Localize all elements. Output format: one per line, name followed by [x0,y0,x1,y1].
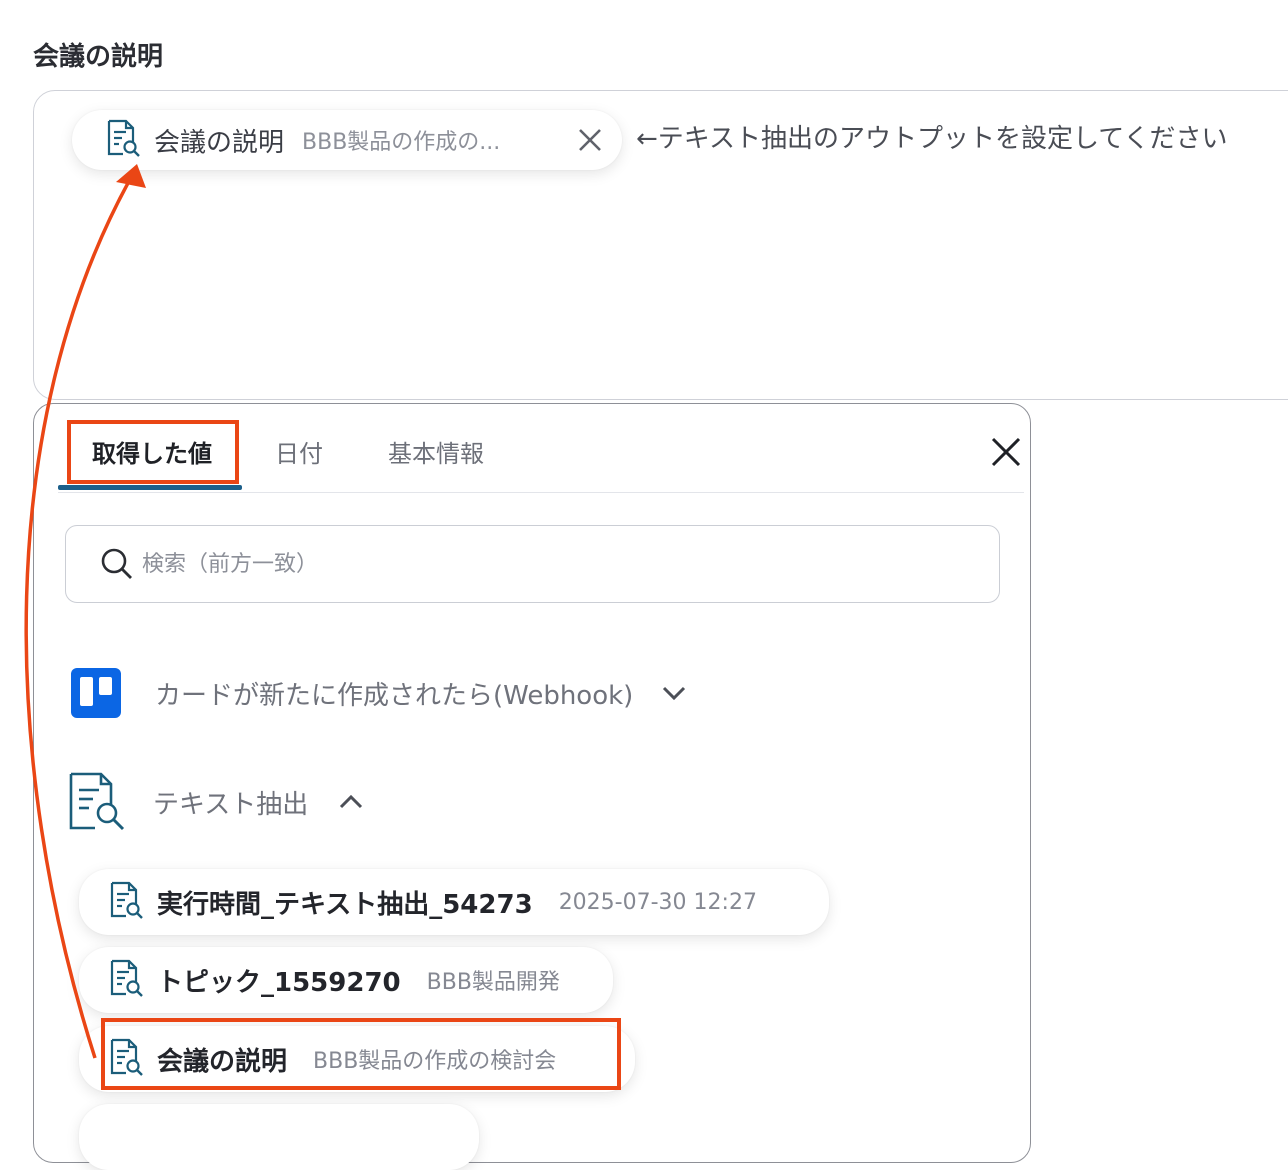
active-tab-indicator [58,485,242,490]
chip-variable-name: 会議の説明 [154,127,285,158]
chevron-up-icon[interactable] [338,794,364,810]
trello-icon [71,668,121,718]
chevron-down-icon[interactable] [661,685,687,701]
document-search-icon [109,959,143,1001]
instruction-annotation: ←テキスト抽出のアウトプットを設定してください [636,124,1228,154]
item-value: BBB製品開発 [426,970,560,995]
field-label: 会議の説明 [33,42,164,72]
document-search-icon [109,881,143,923]
chip-variable-value: BBB製品の作成の... [302,130,501,155]
tab-date[interactable]: 日付 [275,434,323,469]
variable-chip[interactable]: 会議の説明 BBB製品の作成の... [72,110,622,170]
item-name: 実行時間_テキスト抽出_54273 [157,889,533,920]
search-icon [100,547,134,581]
tab-retrieved-values[interactable]: 取得した値 [92,434,212,469]
remove-chip-icon[interactable] [576,126,604,154]
document-search-icon [106,119,140,161]
value-picker-panel: 取得した値 日付 基本情報 カードが新たに作成されたら(Webhook) テキス… [33,403,1031,1170]
tab-basic-info[interactable]: 基本情報 [388,434,484,469]
output-item-meeting-description[interactable]: 会議の説明 BBB製品の作成の検討会 [79,1026,635,1092]
document-search-icon [109,1038,143,1080]
group-text-extraction[interactable]: テキスト抽出 [69,772,364,832]
picker-tabs: 取得した値 日付 基本情報 [58,404,1024,493]
item-name: 会議の説明 [157,1046,288,1077]
group-label: カードが新たに作成されたら(Webhook) [155,680,634,711]
item-value: BBB製品の作成の検討会 [313,1049,557,1074]
item-name: トピック_1559270 [157,967,401,998]
output-item[interactable] [79,1104,479,1170]
search-box [65,525,1000,603]
document-search-icon [69,772,127,832]
close-picker-icon[interactable] [988,434,1024,470]
item-value: 2025-07-30 12:27 [558,889,757,915]
group-trello-webhook[interactable]: カードが新たに作成されたら(Webhook) [71,668,687,718]
output-item[interactable]: トピック_1559270 BBB製品開発 [79,947,613,1013]
group-label: テキスト抽出 [153,789,309,820]
output-item[interactable]: 実行時間_テキスト抽出_54273 2025-07-30 12:27 [79,869,829,935]
search-input[interactable] [140,550,944,578]
